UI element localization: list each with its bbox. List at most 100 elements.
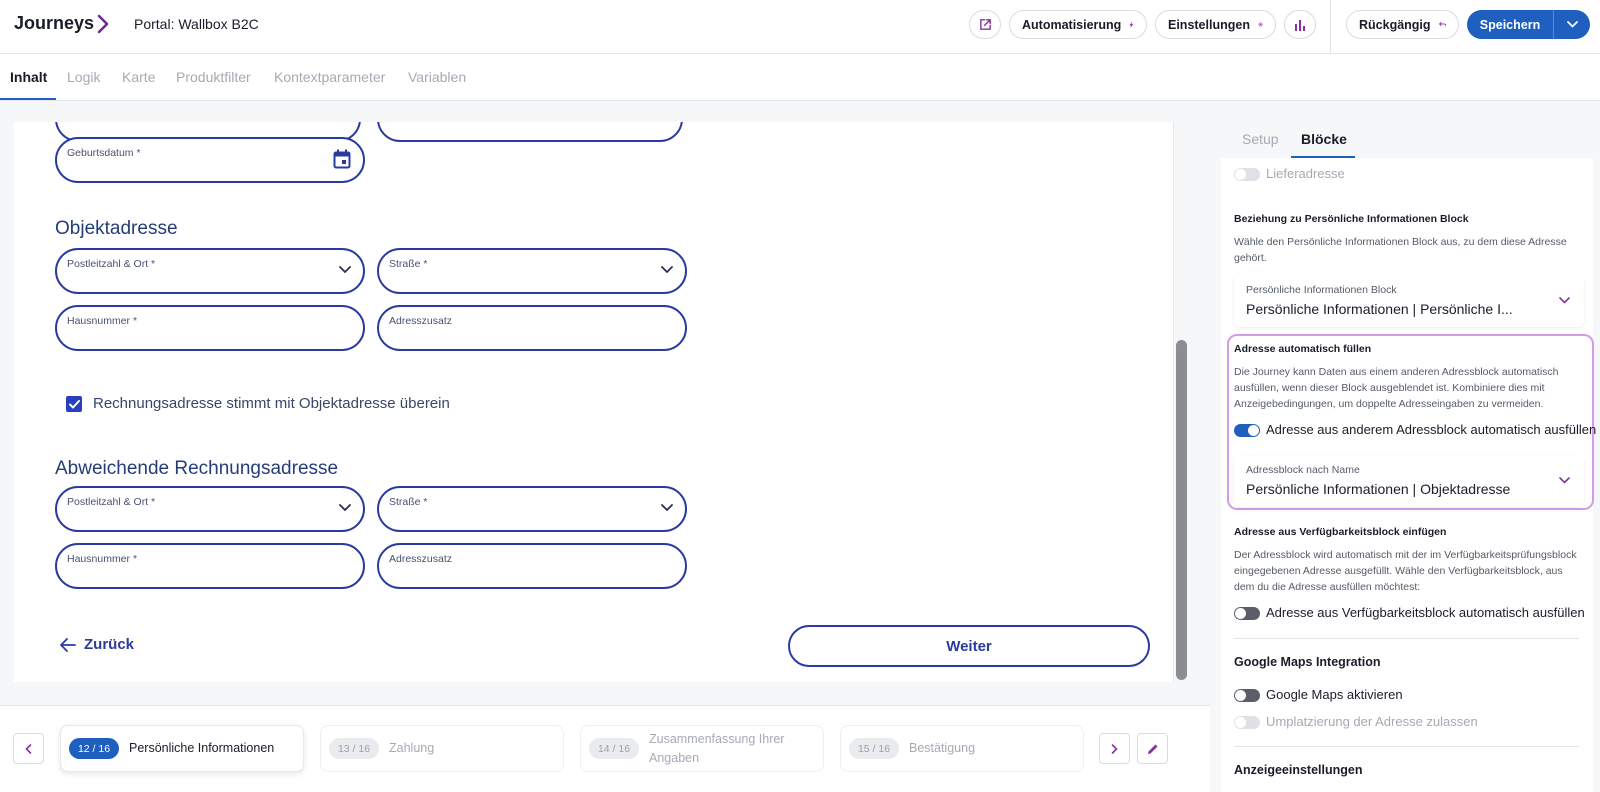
back-button[interactable]: Zurück <box>60 636 134 653</box>
edit-steps-button[interactable] <box>1137 733 1168 764</box>
tab-logik[interactable]: Logik <box>67 69 100 85</box>
canvas-scrollbar[interactable] <box>1176 340 1187 680</box>
tab-karte[interactable]: Karte <box>122 69 155 85</box>
panel-tab-setup[interactable]: Setup <box>1242 131 1279 147</box>
chevron-down-icon <box>339 266 351 274</box>
birthdate-field[interactable]: Geburtsdatum * <box>55 137 365 183</box>
tab-produktfilter[interactable]: Produktfilter <box>176 69 251 85</box>
address-block-select[interactable]: Adressblock nach Name Persönliche Inform… <box>1234 455 1584 507</box>
select-value: Persönliche Informationen | Persönliche … <box>1246 301 1513 317</box>
analytics-button[interactable] <box>1284 10 1316 39</box>
step-badge: 15 / 16 <box>849 738 899 759</box>
editor-tabs: Inhalt Logik Karte Produktfilter Kontext… <box>0 54 1600 101</box>
tab-variablen[interactable]: Variablen <box>408 69 466 85</box>
step-item-12[interactable]: 12 / 16 Persönliche Informationen <box>60 725 304 772</box>
delivery-address-label: Lieferadresse <box>1266 166 1345 181</box>
chevron-down-icon <box>661 266 673 274</box>
field-cut-top-right[interactable] <box>377 122 683 142</box>
billing-address-addition-field[interactable]: Adresszusatz <box>377 543 687 589</box>
back-label: Zurück <box>84 636 135 653</box>
object-street-field[interactable]: Straße * <box>377 248 687 294</box>
panel-tab-blocks[interactable]: Blöcke <box>1301 131 1347 147</box>
arrow-left-icon <box>60 637 76 652</box>
billing-same-checkbox[interactable] <box>66 396 82 412</box>
chevron-left-icon <box>25 743 32 754</box>
billing-house-number-field[interactable]: Hausnummer * <box>55 543 365 589</box>
next-button[interactable]: Weiter <box>788 625 1150 667</box>
tab-inhalt[interactable]: Inhalt <box>10 69 47 85</box>
section-divider <box>1234 638 1579 639</box>
object-house-number-field[interactable]: Hausnummer * <box>55 305 365 351</box>
relation-heading: Beziehung zu Persönliche Informationen B… <box>1234 213 1469 225</box>
step-badge: 12 / 16 <box>69 738 119 759</box>
header-divider <box>1330 0 1331 54</box>
select-label: Persönliche Informationen Block <box>1246 284 1397 296</box>
chevron-down-icon <box>1566 21 1578 28</box>
lightning-icon <box>1129 21 1134 28</box>
personal-info-block-select[interactable]: Persönliche Informationen Block Persönli… <box>1234 275 1584 327</box>
availability-toggle[interactable] <box>1234 607 1260 620</box>
section-divider <box>1234 746 1579 747</box>
external-link-icon <box>979 19 991 30</box>
step-label: Bestätigung <box>909 741 976 755</box>
billing-address-heading: Abweichende Rechnungsadresse <box>55 458 339 479</box>
autofill-description: Die Journey kann Daten aus einem anderen… <box>1234 366 1559 410</box>
active-tab-indicator <box>0 98 56 100</box>
availability-heading: Adresse aus Verfügbarkeitsblock einfügen <box>1234 526 1447 538</box>
bar-chart-icon <box>1295 19 1305 31</box>
automation-button[interactable]: Automatisierung <box>1009 10 1147 39</box>
relocate-toggle-label: Umplatzierung der Adresse zulassen <box>1266 714 1478 729</box>
step-item-15[interactable]: 15 / 16 Bestätigung <box>840 725 1084 772</box>
maps-toggle-label: Google Maps aktivieren <box>1266 687 1403 702</box>
address-addition-label: Adresszusatz <box>389 553 453 565</box>
relation-description: Wähle den Persönliche Informationen Bloc… <box>1234 236 1567 264</box>
chevron-right-icon <box>1111 743 1118 754</box>
relocate-toggle[interactable] <box>1234 716 1260 729</box>
step-label: Zusammenfassung Ihrer Angaben <box>649 731 785 765</box>
check-icon <box>68 399 80 408</box>
brand-title[interactable]: Journeys <box>14 13 94 34</box>
display-settings-heading: Anzeigeeinstellungen <box>1234 763 1363 777</box>
street-label: Straße * <box>389 258 428 270</box>
billing-postal-field[interactable]: Postleitzahl & Ort * <box>55 486 365 532</box>
step-next-button[interactable] <box>1099 733 1130 764</box>
billing-street-field[interactable]: Straße * <box>377 486 687 532</box>
gear-icon <box>1258 22 1263 27</box>
chevron-down-icon <box>661 504 673 512</box>
billing-same-label: Rechnungsadresse stimmt mit Objektadress… <box>93 395 450 412</box>
undo-button[interactable]: Rückgängig <box>1346 10 1459 39</box>
street-label: Straße * <box>389 496 428 508</box>
save-button[interactable]: Speichern <box>1467 10 1553 39</box>
step-badge: 14 / 16 <box>589 738 639 759</box>
maps-toggle[interactable] <box>1234 689 1260 702</box>
delivery-address-toggle[interactable] <box>1234 168 1260 181</box>
top-header: Journeys Portal: Wallbox B2C Automatisie… <box>0 0 1600 54</box>
step-prev-button[interactable] <box>13 733 44 764</box>
save-options-button[interactable] <box>1554 10 1590 39</box>
chevron-down-icon <box>339 504 351 512</box>
address-addition-label: Adresszusatz <box>389 315 453 327</box>
undo-label: Rückgängig <box>1359 17 1431 32</box>
select-value: Persönliche Informationen | Objektadress… <box>1246 481 1511 497</box>
step-item-14[interactable]: 14 / 16 Zusammenfassung Ihrer Angaben <box>580 725 824 772</box>
house-number-label: Hausnummer * <box>67 553 138 565</box>
object-postal-field[interactable]: Postleitzahl & Ort * <box>55 248 365 294</box>
postal-label: Postleitzahl & Ort * <box>67 496 156 508</box>
postal-label: Postleitzahl & Ort * <box>67 258 156 270</box>
automation-label: Automatisierung <box>1022 17 1122 32</box>
autofill-toggle[interactable] <box>1234 424 1260 437</box>
step-item-13[interactable]: 13 / 16 Zahlung <box>320 725 564 772</box>
pencil-icon <box>1147 744 1157 754</box>
autofill-heading: Adresse automatisch füllen <box>1234 343 1372 355</box>
maps-heading: Google Maps Integration <box>1234 655 1381 669</box>
open-external-button[interactable] <box>969 10 1001 39</box>
availability-toggle-label: Adresse aus Verfügbarkeitsblock automati… <box>1266 605 1585 620</box>
chevron-down-icon <box>1559 297 1570 304</box>
object-address-addition-field[interactable]: Adresszusatz <box>377 305 687 351</box>
settings-button[interactable]: Einstellungen <box>1155 10 1276 39</box>
availability-description: Der Adressblock wird automatisch mit der… <box>1234 549 1577 593</box>
tab-kontextparameter[interactable]: Kontextparameter <box>274 69 385 85</box>
settings-label: Einstellungen <box>1168 17 1250 32</box>
chevron-right-icon <box>97 14 109 34</box>
calendar-icon <box>333 149 351 169</box>
